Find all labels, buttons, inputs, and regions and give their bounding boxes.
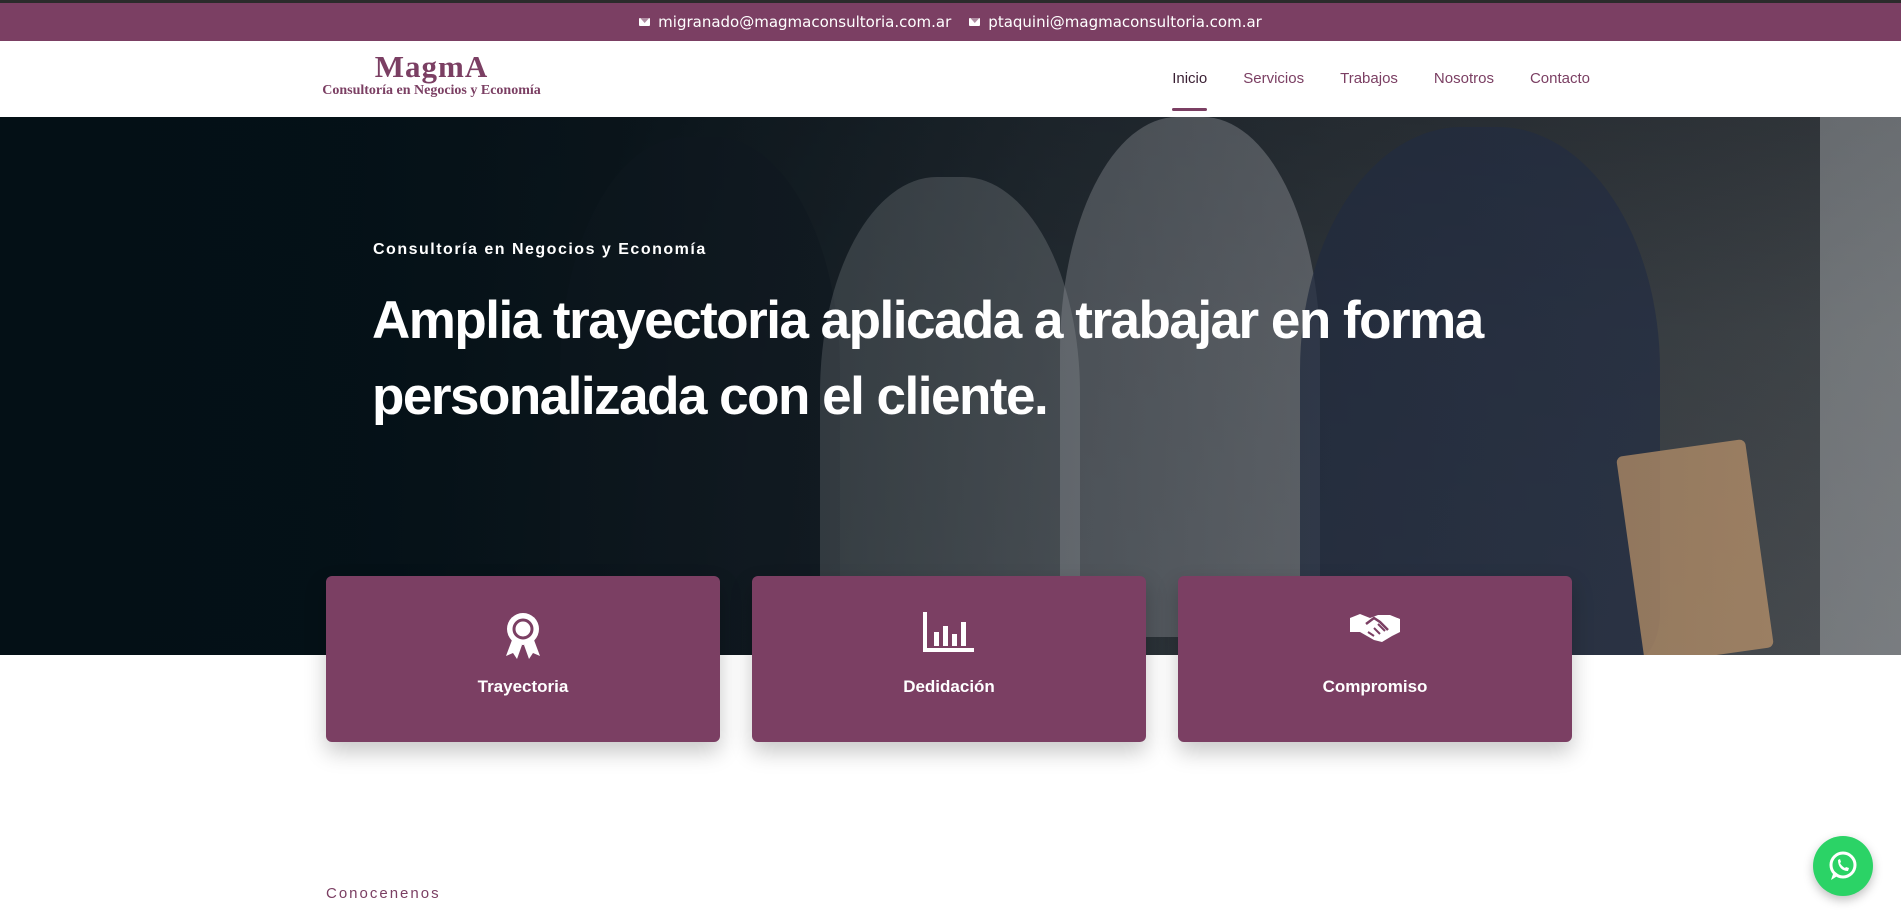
logo-wordmark: MagmA	[374, 49, 489, 84]
nav-item-servicios[interactable]: Servicios	[1243, 41, 1304, 117]
feature-card-compromiso: Compromiso	[1178, 576, 1572, 742]
feature-label: Compromiso	[1322, 677, 1428, 696]
site-header: MagmA Consultoría en Negocios y Economía…	[0, 41, 1901, 117]
handshake-icon	[1178, 610, 1572, 644]
bar-chart-icon	[752, 610, 1146, 654]
nav-item-inicio[interactable]: Inicio	[1172, 41, 1208, 117]
email-2-text[interactable]: ptaquini@magmaconsultoria.com.ar	[988, 13, 1262, 31]
section-label: Conocenenos	[326, 885, 441, 902]
feature-label: Trayectoria	[477, 677, 569, 696]
email-contact-1[interactable]: migranado@magmaconsultoria.com.ar	[639, 13, 951, 31]
whatsapp-button[interactable]	[1813, 836, 1873, 896]
logo-tagline: Consultoría en Negocios y Economía	[322, 83, 541, 98]
envelope-icon	[969, 18, 981, 26]
email-1-text[interactable]: migranado@magmaconsultoria.com.ar	[658, 13, 951, 31]
hero-banner: Consultoría en Negocios y Economía Ampli…	[0, 117, 1901, 655]
feature-card-dedicacion: Dedidación	[752, 576, 1146, 742]
hero-kicker: Consultoría en Negocios y Economía	[373, 241, 707, 258]
nav-item-nosotros[interactable]: Nosotros	[1434, 41, 1494, 117]
award-icon	[326, 610, 720, 660]
hero-title: Amplia trayectoria aplicada a trabajar e…	[372, 291, 1484, 426]
feature-cards: Trayectoria Dedidación Compromiso	[326, 576, 1572, 742]
envelope-icon	[639, 18, 651, 26]
feature-card-trayectoria: Trayectoria	[326, 576, 720, 742]
whatsapp-icon	[1829, 851, 1857, 880]
top-contact-bar: migranado@magmaconsultoria.com.ar ptaqui…	[0, 0, 1901, 41]
nav-item-trabajos[interactable]: Trabajos	[1340, 41, 1398, 117]
email-contact-2[interactable]: ptaquini@magmaconsultoria.com.ar	[969, 13, 1262, 31]
logo[interactable]: MagmA Consultoría en Negocios y Economía	[309, 51, 554, 99]
nav-item-contacto[interactable]: Contacto	[1530, 41, 1590, 117]
feature-label: Dedidación	[903, 677, 995, 696]
main-nav: Inicio Servicios Trabajos Nosotros Conta…	[1172, 41, 1590, 117]
